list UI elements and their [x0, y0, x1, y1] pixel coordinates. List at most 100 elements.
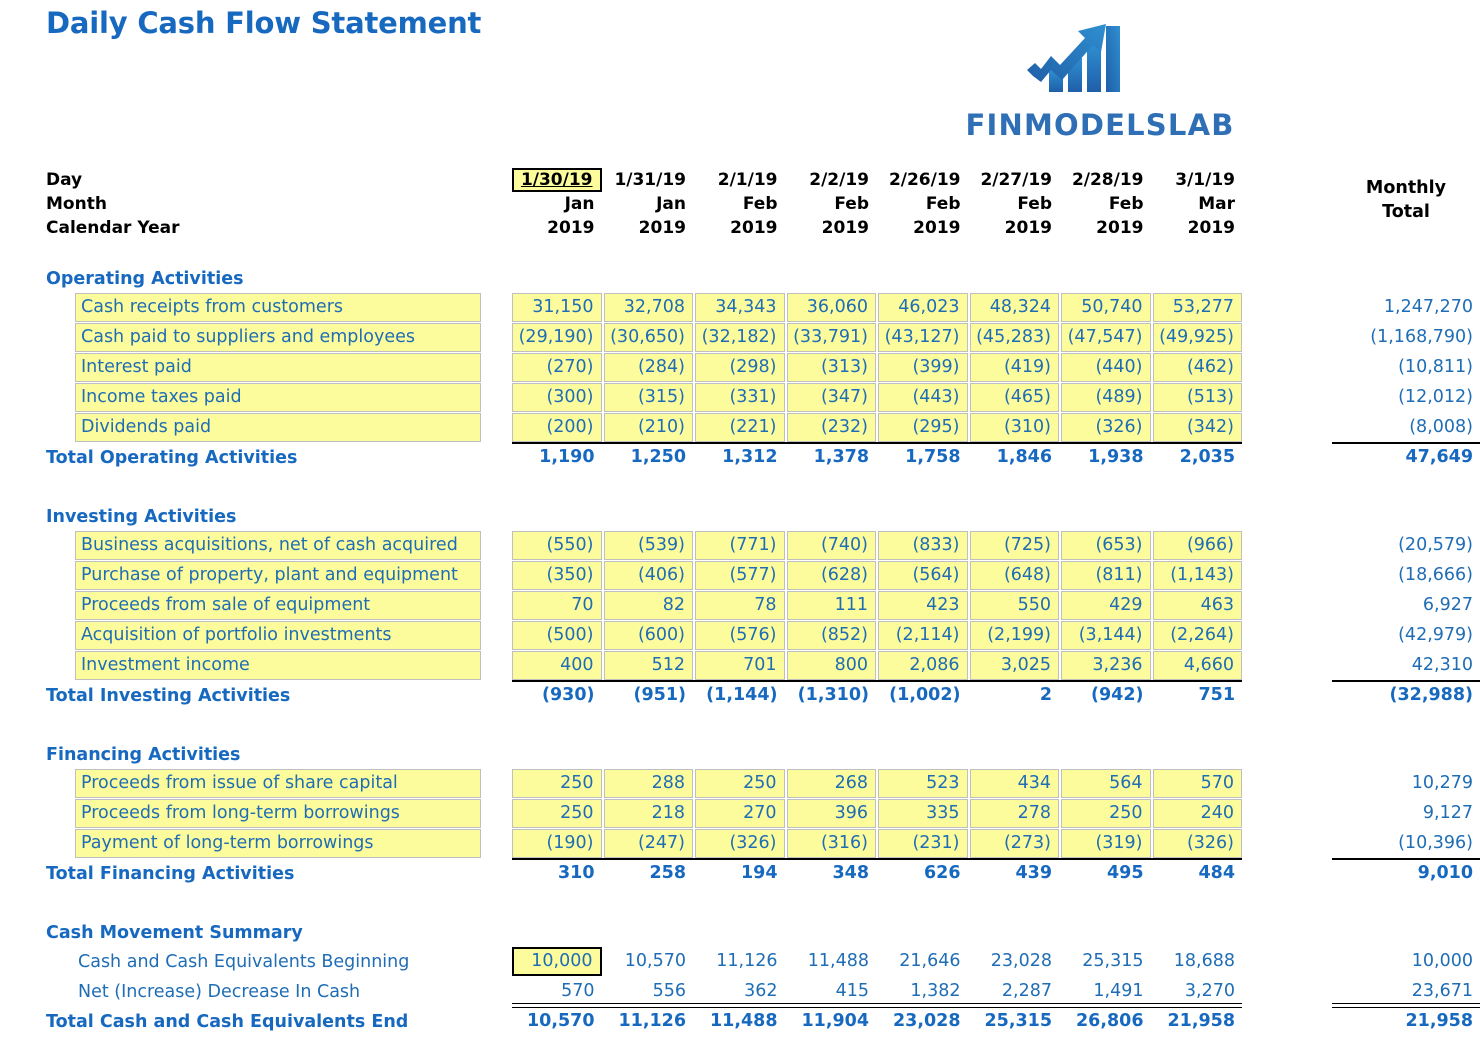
data-cell[interactable]: (316): [786, 829, 876, 858]
data-cell[interactable]: (350): [512, 561, 602, 590]
data-cell[interactable]: 396: [786, 799, 876, 828]
data-cell[interactable]: (300): [512, 383, 602, 412]
data-cell[interactable]: 268: [786, 769, 876, 798]
data-cell[interactable]: (577): [695, 561, 785, 590]
data-cell[interactable]: (29,190): [512, 323, 602, 352]
data-cell[interactable]: 4,660: [1152, 651, 1242, 680]
data-cell[interactable]: 512: [603, 651, 693, 680]
data-cell[interactable]: (513): [1152, 383, 1242, 412]
data-cell[interactable]: (465): [969, 383, 1059, 412]
data-cell[interactable]: 564: [1061, 769, 1151, 798]
data-cell[interactable]: (576): [695, 621, 785, 650]
data-cell[interactable]: 2,086: [878, 651, 968, 680]
data-cell[interactable]: (489): [1061, 383, 1151, 412]
data-cell[interactable]: 550: [969, 591, 1059, 620]
data-cell[interactable]: (3,144): [1061, 621, 1151, 650]
data-cell[interactable]: (30,650): [603, 323, 693, 352]
data-cell[interactable]: 278: [969, 799, 1059, 828]
data-cell[interactable]: 36,060: [786, 293, 876, 322]
data-cell[interactable]: (210): [603, 413, 693, 442]
data-cell[interactable]: (2,264): [1152, 621, 1242, 650]
data-cell[interactable]: (273): [969, 829, 1059, 858]
header-cell-selected-days[interactable]: 1/30/19: [512, 168, 602, 192]
data-cell[interactable]: 34,343: [695, 293, 785, 322]
data-cell[interactable]: (342): [1152, 413, 1242, 442]
summary-beginning-cell-selected[interactable]: 10,000: [512, 947, 602, 976]
data-cell[interactable]: 523: [878, 769, 968, 798]
data-cell[interactable]: 3,025: [969, 651, 1059, 680]
data-cell[interactable]: 250: [512, 769, 602, 798]
data-cell[interactable]: (33,791): [786, 323, 876, 352]
data-cell[interactable]: (313): [786, 353, 876, 382]
data-cell[interactable]: (47,547): [1061, 323, 1151, 352]
data-cell[interactable]: (221): [695, 413, 785, 442]
data-cell[interactable]: (500): [512, 621, 602, 650]
data-cell[interactable]: (966): [1152, 531, 1242, 560]
data-cell[interactable]: 46,023: [878, 293, 968, 322]
data-cell[interactable]: 3,236: [1061, 651, 1151, 680]
data-cell[interactable]: (247): [603, 829, 693, 858]
data-cell[interactable]: 250: [1061, 799, 1151, 828]
data-cell[interactable]: 463: [1152, 591, 1242, 620]
data-cell[interactable]: (539): [603, 531, 693, 560]
data-cell[interactable]: 111: [786, 591, 876, 620]
data-cell[interactable]: (326): [1152, 829, 1242, 858]
data-cell[interactable]: (310): [969, 413, 1059, 442]
data-cell[interactable]: (32,182): [695, 323, 785, 352]
data-cell[interactable]: (331): [695, 383, 785, 412]
data-cell[interactable]: (347): [786, 383, 876, 412]
data-cell[interactable]: (315): [603, 383, 693, 412]
data-cell[interactable]: (443): [878, 383, 968, 412]
data-cell[interactable]: (564): [878, 561, 968, 590]
data-cell[interactable]: 31,150: [512, 293, 602, 322]
data-cell[interactable]: (648): [969, 561, 1059, 590]
data-cell[interactable]: (49,925): [1152, 323, 1242, 352]
data-cell[interactable]: (326): [695, 829, 785, 858]
data-cell[interactable]: (811): [1061, 561, 1151, 590]
data-cell[interactable]: (399): [878, 353, 968, 382]
data-cell[interactable]: (600): [603, 621, 693, 650]
data-cell[interactable]: 800: [786, 651, 876, 680]
data-cell[interactable]: 400: [512, 651, 602, 680]
data-cell[interactable]: (232): [786, 413, 876, 442]
data-cell[interactable]: (653): [1061, 531, 1151, 560]
data-cell[interactable]: 53,277: [1152, 293, 1242, 322]
data-cell[interactable]: (550): [512, 531, 602, 560]
data-cell[interactable]: (462): [1152, 353, 1242, 382]
data-cell[interactable]: (326): [1061, 413, 1151, 442]
data-cell[interactable]: 218: [603, 799, 693, 828]
data-cell[interactable]: 240: [1152, 799, 1242, 828]
data-cell[interactable]: 70: [512, 591, 602, 620]
data-cell[interactable]: 434: [969, 769, 1059, 798]
data-cell[interactable]: (43,127): [878, 323, 968, 352]
data-cell[interactable]: 32,708: [603, 293, 693, 322]
data-cell[interactable]: 701: [695, 651, 785, 680]
data-cell[interactable]: (2,114): [878, 621, 968, 650]
data-cell[interactable]: (298): [695, 353, 785, 382]
data-cell[interactable]: (406): [603, 561, 693, 590]
data-cell[interactable]: 78: [695, 591, 785, 620]
data-cell[interactable]: 48,324: [969, 293, 1059, 322]
data-cell[interactable]: (1,143): [1152, 561, 1242, 590]
data-cell[interactable]: 82: [603, 591, 693, 620]
data-cell[interactable]: 429: [1061, 591, 1151, 620]
data-cell[interactable]: 270: [695, 799, 785, 828]
data-cell[interactable]: 50,740: [1061, 293, 1151, 322]
data-cell[interactable]: (771): [695, 531, 785, 560]
data-cell[interactable]: 335: [878, 799, 968, 828]
data-cell[interactable]: 570: [1152, 769, 1242, 798]
data-cell[interactable]: (45,283): [969, 323, 1059, 352]
data-cell[interactable]: 250: [695, 769, 785, 798]
data-cell[interactable]: 250: [512, 799, 602, 828]
data-cell[interactable]: (200): [512, 413, 602, 442]
data-cell[interactable]: (740): [786, 531, 876, 560]
data-cell[interactable]: (231): [878, 829, 968, 858]
data-cell[interactable]: (190): [512, 829, 602, 858]
data-cell[interactable]: (295): [878, 413, 968, 442]
data-cell[interactable]: (319): [1061, 829, 1151, 858]
data-cell[interactable]: (284): [603, 353, 693, 382]
data-cell[interactable]: (419): [969, 353, 1059, 382]
data-cell[interactable]: 423: [878, 591, 968, 620]
data-cell[interactable]: (440): [1061, 353, 1151, 382]
data-cell[interactable]: (833): [878, 531, 968, 560]
